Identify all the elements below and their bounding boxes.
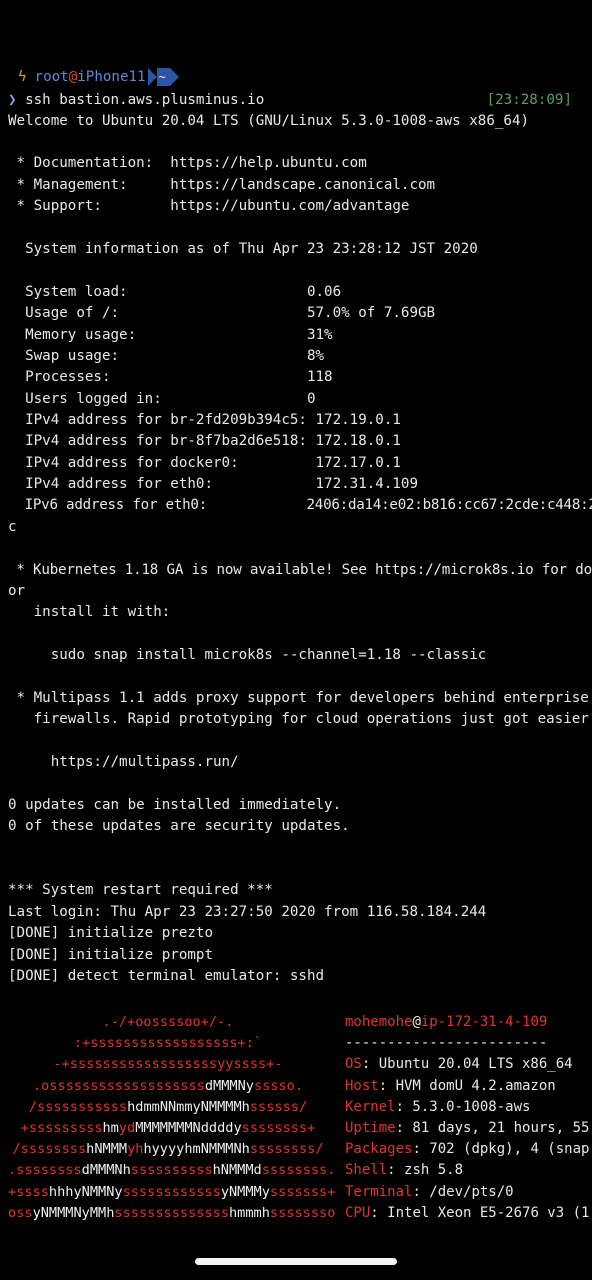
logo-row: +ssssssssshmydMMMMMMMNddddyssssssss+ <box>20 1120 316 1137</box>
stat-line: IPv6 address for eth0: 2406:da14:e02:b81… <box>8 497 592 513</box>
logo-row: :+ssssssssssssssssss+:` <box>73 1035 263 1052</box>
segment-arrow-icon <box>147 68 157 86</box>
stat-line: IPv4 address for docker0: 172.17.0.1 <box>8 455 401 471</box>
lightning-icon: ϟ <box>18 69 27 85</box>
updates-line: 0 updates can be installed immediately. <box>8 797 342 813</box>
multipass-line: * Multipass 1.1 adds proxy support for d… <box>8 690 589 706</box>
last-login-line: Last login: Thu Apr 23 23:27:50 2020 fro… <box>8 904 487 920</box>
welcome-line: Welcome to Ubuntu 20.04 LTS (GNU/Linux 5… <box>8 113 530 129</box>
done-line: [DONE] detect terminal emulator: sshd <box>8 968 325 984</box>
neofetch-info: mohemohe@ip-172-31-4-109 ---------------… <box>345 1012 589 1224</box>
stat-line: IPv4 address for eth0: 172.31.4.109 <box>8 476 418 492</box>
logo-row: -+ssssssssssssssssssyyssss+- <box>53 1056 283 1073</box>
shell-prompt: ϟ root @ iPhone11 ~ <box>18 66 179 88</box>
home-indicator[interactable] <box>195 1258 397 1265</box>
done-line: [DONE] initialize prezto <box>8 925 213 941</box>
sysinfo-line: System information as of Thu Apr 23 23:2… <box>8 241 478 257</box>
info-row: Shell: zsh 5.8 <box>345 1162 464 1179</box>
multipass-link: https://multipass.run/ <box>8 754 239 770</box>
support-line: * Support: https://ubuntu.com/advantage <box>8 198 410 214</box>
info-row: Packages: 702 (dpkg), 4 (snap <box>345 1141 590 1158</box>
info-row: Uptime: 81 days, 21 hours, 55 <box>345 1120 590 1137</box>
kube-line: * Kubernetes 1.18 GA is now available! S… <box>8 562 592 578</box>
stat-line: Swap usage: 8% <box>8 348 325 364</box>
prompt-dir: ~ <box>156 68 170 86</box>
mgmt-line: * Management: https://landscape.canonica… <box>8 177 436 193</box>
logo-row: .-/+oossssoo+/-. <box>102 1014 234 1030</box>
kube-line: install it with: <box>8 604 171 620</box>
segment-arrow-icon <box>169 68 179 86</box>
stat-line: Usage of /: 57.0% of 7.69GB <box>8 305 436 321</box>
stat-line: c <box>8 519 17 535</box>
info-row: CPU: Intel Xeon E5-2676 v3 (1 <box>345 1204 590 1221</box>
ubuntu-ascii-logo: .-/+oossssoo+/-. :+ssssssssssssssssss+:`… <box>8 1012 336 1224</box>
command-text: ssh bastion.aws.plusminus.io <box>25 92 265 108</box>
info-row: Host: HVM domU 4.2.amazon <box>345 1077 556 1094</box>
logo-row: +sssshhhyNMMNyssssssssssssyNMMMysssssss+ <box>8 1183 336 1200</box>
info-row: Terminal: /dev/pts/0 <box>345 1183 514 1200</box>
info-row: Kernel: 5.3.0-1008-aws <box>345 1098 531 1115</box>
stat-line: Memory usage: 31% <box>8 327 333 343</box>
doc-line: * Documentation: https://help.ubuntu.com <box>8 155 367 171</box>
info-separator: ------------------------ <box>345 1035 548 1052</box>
stat-line: Processes: 118 <box>8 369 333 385</box>
prompt-host: iPhone11 <box>77 69 146 85</box>
logo-row: /ssssssssssshdmmNNmmyNMMMMhssssss/ <box>28 1098 308 1115</box>
logo-row: /sssssssshNMMMyhhyyyyhmNMMMNhssssssss/ <box>12 1141 324 1158</box>
info-row: OS: Ubuntu 20.04 LTS x86_64 <box>345 1056 573 1073</box>
logo-row: .osssssssssssssssssssdMMMNysssso. <box>32 1077 304 1094</box>
restart-line: *** System restart required *** <box>8 882 273 898</box>
done-line: [DONE] initialize prompt <box>8 947 213 963</box>
updates-line: 0 of these updates are security updates. <box>8 818 350 834</box>
chevron-icon: ❯ <box>8 92 17 108</box>
stat-line: Users logged in: 0 <box>8 391 316 407</box>
prompt-time: [23:28:09] <box>486 92 572 108</box>
stat-line: IPv4 address for br-8f7ba2d6e518: 172.18… <box>8 433 401 449</box>
kube-line: or <box>8 583 26 599</box>
logo-row: ossyNMMMNyMMhsssssssssssssshmmmhssssssso <box>8 1204 336 1221</box>
command-line[interactable]: ❯ ssh bastion.aws.plusminus.io <box>8 90 264 110</box>
info-title: mohemohe@ip-172-31-4-109 <box>345 1014 548 1030</box>
logo-row: .ssssssssdMMMNhsssssssssshNMMMdssssssss. <box>8 1162 336 1179</box>
stat-line: System load: 0.06 <box>8 284 342 300</box>
prompt-user: root <box>34 69 69 85</box>
stat-line: IPv4 address for br-2fd209b394c5: 172.19… <box>8 412 401 428</box>
prompt-at: @ <box>68 69 78 85</box>
multipass-line: firewalls. Rapid prototyping for cloud o… <box>8 711 592 727</box>
prompt-directory-segment: ~ <box>147 68 179 86</box>
kube-command: sudo snap install microk8s --channel=1.1… <box>8 647 487 663</box>
